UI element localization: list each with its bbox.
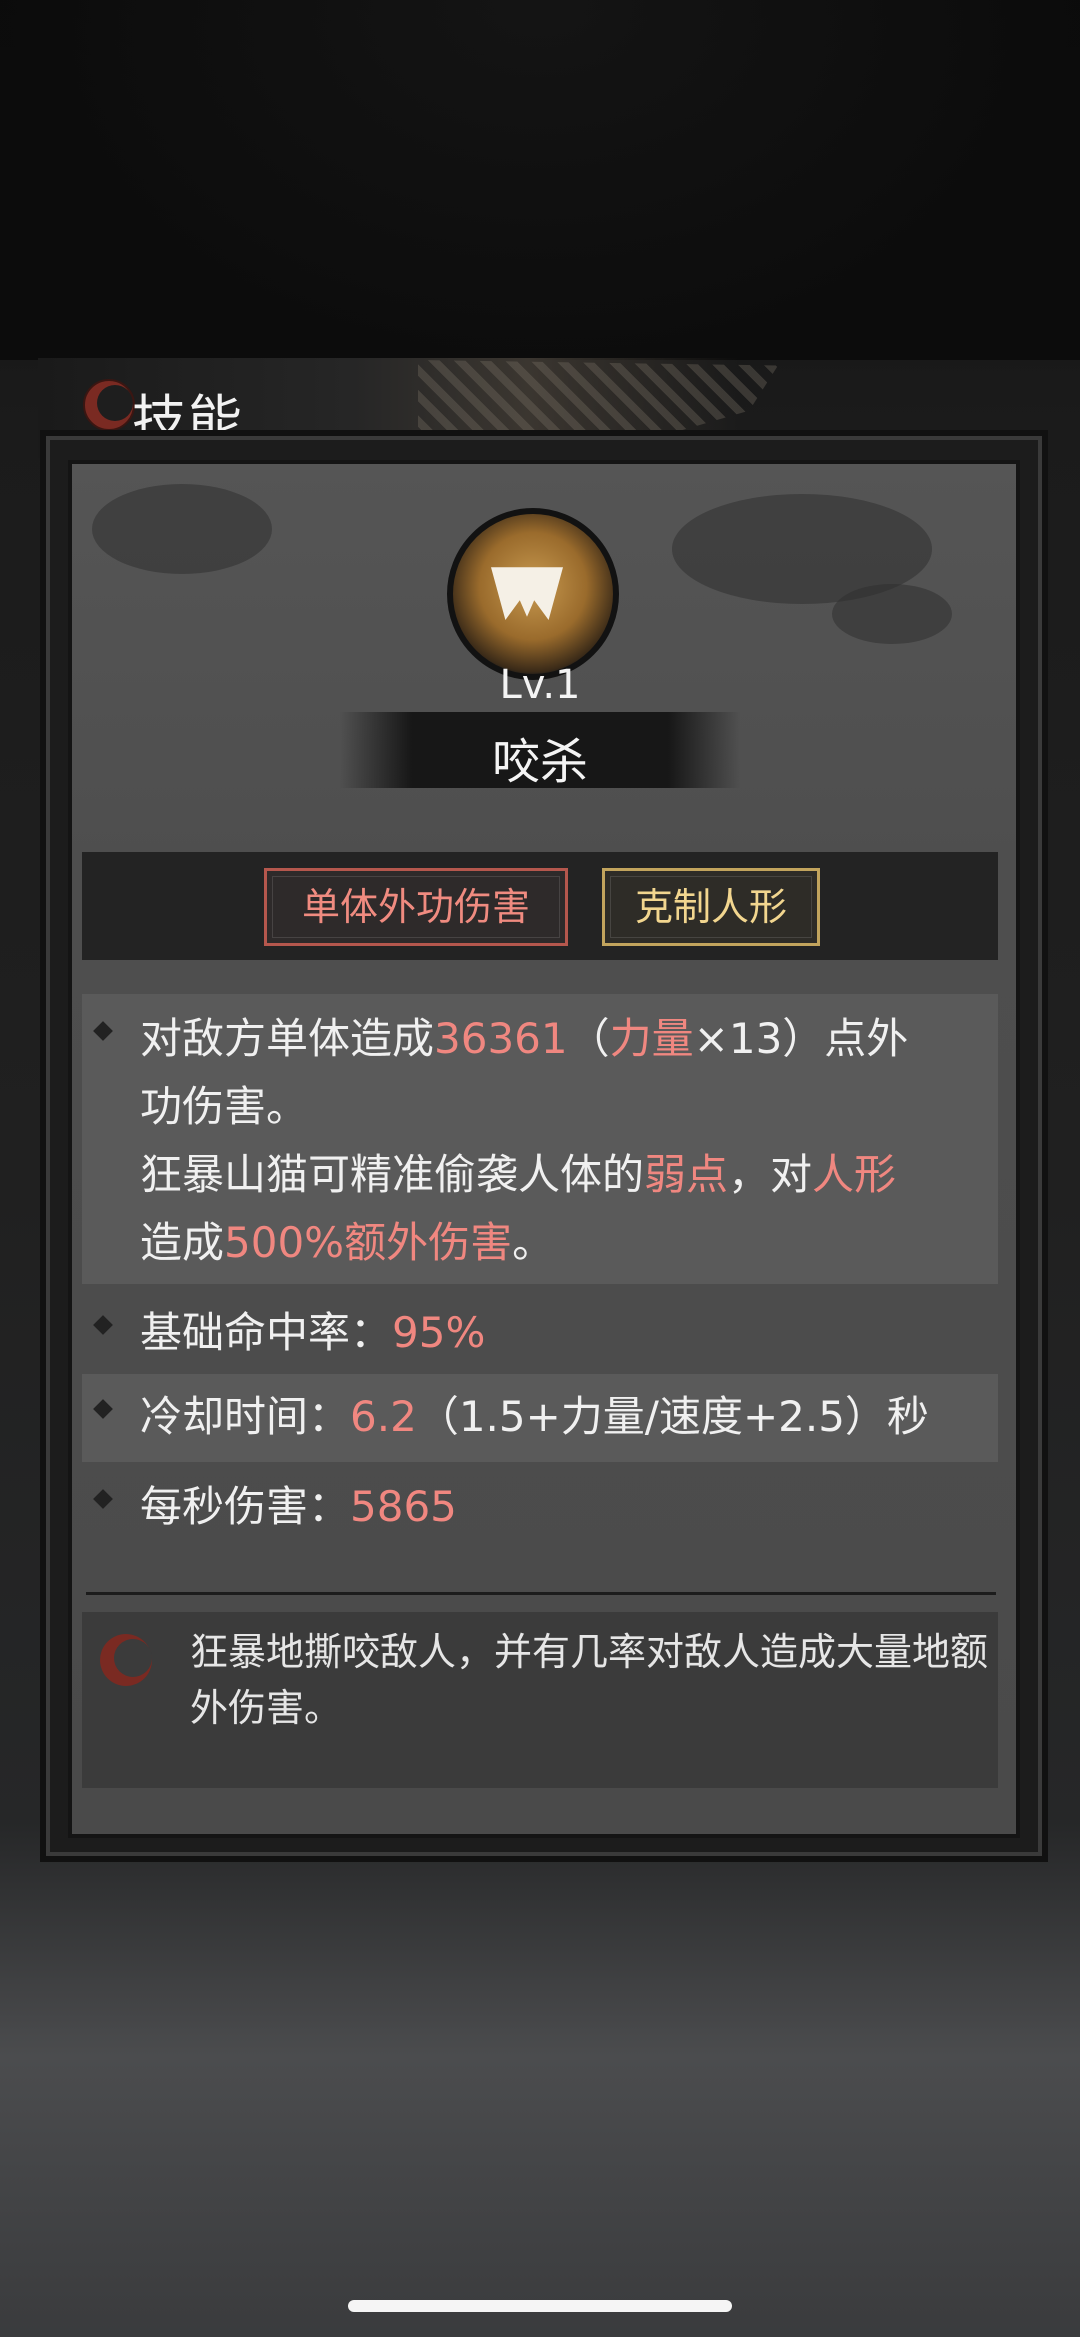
crescent-logo-icon [83, 379, 135, 431]
cooldown-row: 冷却时间：6.2（1.5+力量/速度+2.5）秒 [82, 1374, 998, 1462]
diamond-bullet-icon [93, 1399, 113, 1419]
hit-rate-row: 基础命中率：95% [82, 1296, 998, 1372]
diamond-bullet-icon [93, 1021, 113, 1041]
diamond-bullet-icon [93, 1489, 113, 1509]
hit-rate-text: 基础命中率：95% [140, 1308, 486, 1357]
tag-single-target-damage: 单体外功伤害 [264, 868, 568, 946]
diamond-bullet-icon [93, 1315, 113, 1335]
description-row: 对敌方单体造成36361（力量×13）点外 功伤害。 狂暴山猫可精准偷袭人体的弱… [82, 994, 998, 1284]
description-line-4: 造成500%额外伤害。 [140, 1218, 555, 1267]
dps-row: 每秒伤害：5865 [82, 1470, 998, 1546]
divider [86, 1592, 996, 1595]
home-indicator[interactable] [348, 2300, 732, 2312]
description-line-2: 功伤害。 [140, 1082, 309, 1131]
cooldown-text: 冷却时间：6.2（1.5+力量/速度+2.5）秒 [140, 1392, 929, 1441]
ink-splash [92, 484, 272, 574]
dps-text: 每秒伤害：5865 [140, 1482, 457, 1531]
tag-counter-humanoid: 克制人形 [602, 868, 820, 946]
description-line-1: 对敌方单体造成36361（力量×13）点外 [140, 1014, 909, 1063]
description-line-3: 狂暴山猫可精准偷袭人体的弱点，对人形 [140, 1150, 897, 1199]
flavor-text: 狂暴地撕咬敌人，并有几率对敌人造成大量地额外伤害。 [190, 1630, 989, 1730]
background-dim [0, 0, 1080, 360]
skill-level: Lv.1 [499, 662, 581, 708]
skill-name: 咬杀 [491, 734, 588, 790]
skill-icon[interactable] [447, 508, 619, 680]
mask-icon [491, 567, 563, 620]
crescent-logo-icon [100, 1634, 152, 1686]
ink-splash [832, 584, 952, 644]
